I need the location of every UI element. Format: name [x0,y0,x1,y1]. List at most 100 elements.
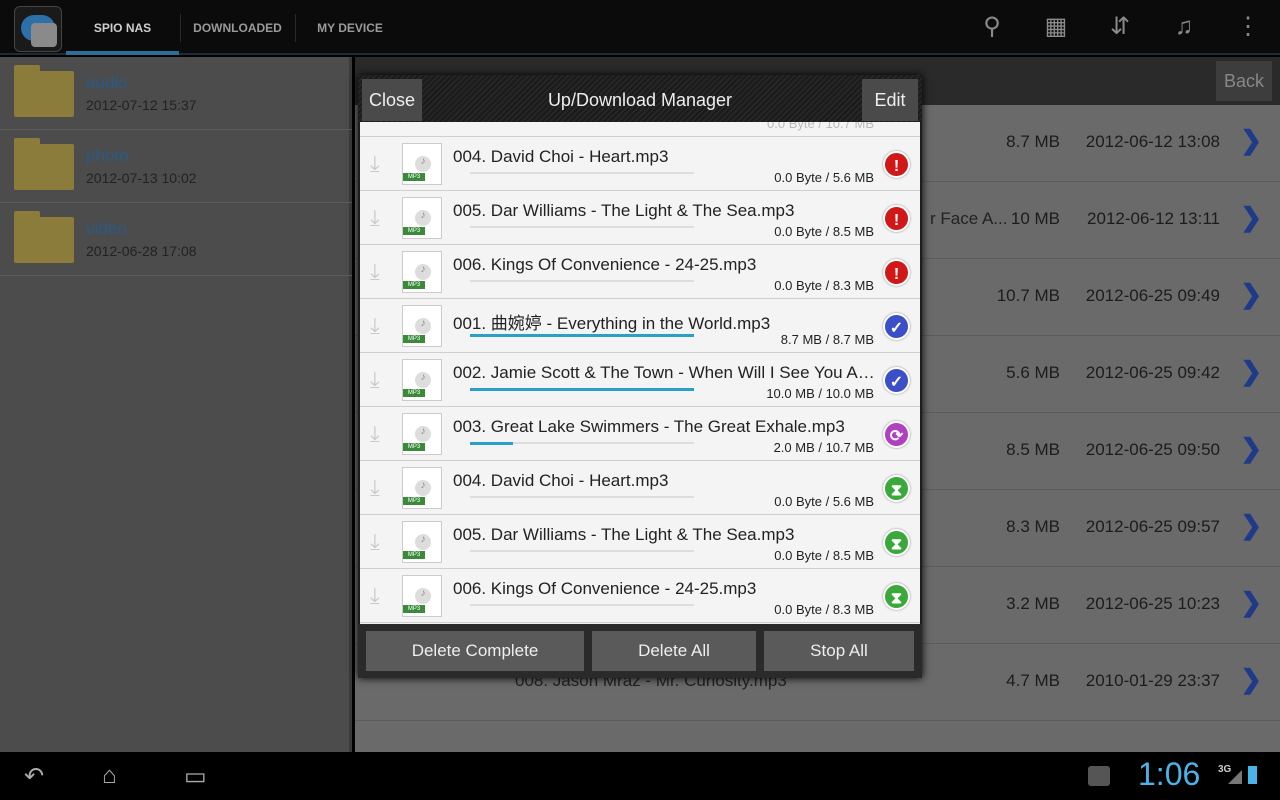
transfer-progress-text: 0.0 Byte / 8.5 MB [774,548,874,563]
transfer-item[interactable]: ⤓ ♪ MP3 003. Great Lake Swimmers - The Gr… [360,407,920,461]
file-size: 3.2 MB [1006,594,1060,613]
transfer-item[interactable]: ⤓ ♪ MP3 004. David Choi - Heart.mp3 0.0 B… [360,461,920,515]
download-icon: ⤓ [370,529,380,554]
file-type-tag: MP3 [403,497,425,505]
file-size: 8.3 MB [1006,517,1060,536]
status-waiting-icon[interactable]: ⧗ [883,475,910,502]
transfer-item[interactable]: ⤓ ♪ MP3 005. Dar Williams - The Light & T… [360,515,920,569]
transfer-progress-text: 10.0 MB / 10.0 MB [766,386,874,401]
chevron-right-icon[interactable]: ❯ [1240,356,1262,387]
transfer-progress-text: 8.7 MB / 8.7 MB [780,332,874,347]
music-icon[interactable]: ♫ [1169,12,1199,42]
mp3-file-icon: ♪ MP3 [402,197,442,239]
progress-bar [470,604,694,606]
file-name: r Face A... [930,209,1008,228]
transfer-item[interactable]: ⤓ ♪ MP3 006. Kings Of Convenience - 24-25… [360,245,920,299]
status-error-icon[interactable]: ! [883,151,910,178]
status-in-progress-icon[interactable]: ⟳ [883,421,910,448]
clock[interactable]: 1:06 [1138,756,1200,793]
status-waiting-icon[interactable]: ⧗ [883,583,910,610]
status-error-icon[interactable]: ! [883,205,910,232]
progress-bar [470,496,694,498]
tab-my-device[interactable]: MY DEVICE [296,0,404,55]
download-icon: ⤓ [370,475,380,500]
search-icon[interactable]: ⚲ [977,12,1007,42]
status-done-icon[interactable]: ✓ [883,367,910,394]
mp3-file-icon: ♪ MP3 [402,575,442,617]
folder-item[interactable]: video 2012-06-28 17:08 [0,203,352,276]
transfer-file-name: 003. Great Lake Swimmers - The Great Exh… [453,417,845,436]
download-icon: ⤓ [370,583,380,608]
status-done-icon[interactable]: ✓ [883,313,910,340]
overflow-menu-icon[interactable]: ⋮ [1233,12,1263,42]
transfer-file-name: 002. Jamie Scott & The Town - When Will … [453,363,883,382]
folder-date: 2012-06-28 17:08 [86,243,197,259]
notification-icon[interactable] [1088,766,1110,786]
app-logo[interactable] [14,6,62,52]
download-icon: ⤓ [370,367,380,392]
file-size: 10.7 MB [996,286,1060,305]
delete-complete-button[interactable]: Delete Complete [366,631,584,671]
chevron-right-icon[interactable]: ❯ [1240,433,1262,464]
transfer-file-name: 004. David Choi - Heart.mp3 [453,471,669,490]
chevron-right-icon[interactable]: ❯ [1240,587,1262,618]
tab-spio-nas[interactable]: SPIO NAS [66,0,179,55]
list-item[interactable]: 0.0 Byte / 10.7 MB [360,122,920,137]
chevron-right-icon[interactable]: ❯ [1240,664,1262,695]
transfer-file-name: 005. Dar Williams - The Light & The Sea.… [453,201,795,220]
file-type-tag: MP3 [403,173,425,181]
file-type-tag: MP3 [403,335,425,343]
status-error-icon[interactable]: ! [883,259,910,286]
music-note-icon: ♪ [415,426,431,442]
transfer-item[interactable]: ⤓ ♪ MP3 002. Jamie Scott & The Town - Whe… [360,353,920,407]
chevron-right-icon[interactable]: ❯ [1240,279,1262,310]
transfer-file-name: 001. 曲婉婷 - Everything in the World.mp3 [453,314,771,333]
status-waiting-icon[interactable]: ⧗ [883,529,910,556]
folder-icon [14,65,74,117]
chevron-right-icon[interactable]: ❯ [1240,510,1262,541]
music-note-icon: ♪ [415,534,431,550]
file-type-tag: MP3 [403,443,425,451]
file-date: 2012-06-25 09:49 [1085,286,1220,305]
file-date: 2012-06-12 13:08 [1085,132,1220,151]
tab-downloaded[interactable]: DOWNLOADED [181,0,294,55]
back-button[interactable]: Back [1216,61,1272,101]
transfer-progress-text: 0.0 Byte / 8.3 MB [774,278,874,293]
recent-apps-icon[interactable]: ▭ [184,762,207,791]
action-bar: SPIO NAS DOWNLOADED MY DEVICE ⚲ ▦ ⇵ ♫ ⋮ [0,0,1280,55]
layout-icon[interactable]: ▦ [1041,12,1071,42]
mp3-file-icon: ♪ MP3 [402,467,442,509]
transfer-file-name: 005. Dar Williams - The Light & The Sea.… [453,525,795,544]
transfer-item[interactable]: ⤓ ♪ MP3 004. David Choi - Heart.mp3 0.0 B… [360,137,920,191]
transfer-list[interactable]: 0.0 Byte / 10.7 MB ⤓ ♪ MP3 004. David Cho… [360,122,920,624]
file-date: 2012-06-25 09:50 [1085,440,1220,459]
transfer-icon[interactable]: ⇵ [1105,12,1135,42]
music-note-icon: ♪ [415,210,431,226]
home-nav-icon[interactable]: ⌂ [102,762,117,790]
chevron-right-icon[interactable]: ❯ [1240,125,1262,156]
folder-date: 2012-07-13 10:02 [86,170,197,186]
file-date: 2012-06-25 09:57 [1085,517,1220,536]
mp3-file-icon: ♪ MP3 [402,143,442,185]
music-note-icon: ♪ [415,156,431,172]
stop-all-button[interactable]: Stop All [764,631,914,671]
close-button[interactable]: Close [362,79,422,121]
file-type-tag: MP3 [403,281,425,289]
file-type-tag: MP3 [403,227,425,235]
back-nav-icon[interactable]: ↶ [24,762,44,791]
chevron-right-icon[interactable]: ❯ [1240,202,1262,233]
transfer-item[interactable]: ⤓ ♪ MP3 006. Kings Of Convenience - 24-25… [360,569,920,623]
progress-fill [470,334,694,337]
transfer-item[interactable]: ⤓ ♪ MP3 001. 曲婉婷 - Everything in the Worl… [360,299,920,353]
folder-item[interactable]: photo 2012-07-13 10:02 [0,130,352,203]
progress-bar [470,388,694,391]
file-size: 8.5 MB [1006,440,1060,459]
dialog-footer: Delete Complete Delete All Stop All [358,624,922,678]
folder-item[interactable]: audio 2012-07-12 15:37 [0,57,352,130]
edit-button[interactable]: Edit [862,79,918,121]
file-date: 2012-06-12 13:11 [1087,209,1220,228]
transfer-item[interactable]: ⤓ ♪ MP3 005. Dar Williams - The Light & T… [360,191,920,245]
folder-name: video [86,219,127,238]
folder-name: audio [86,73,128,92]
delete-all-button[interactable]: Delete All [592,631,756,671]
